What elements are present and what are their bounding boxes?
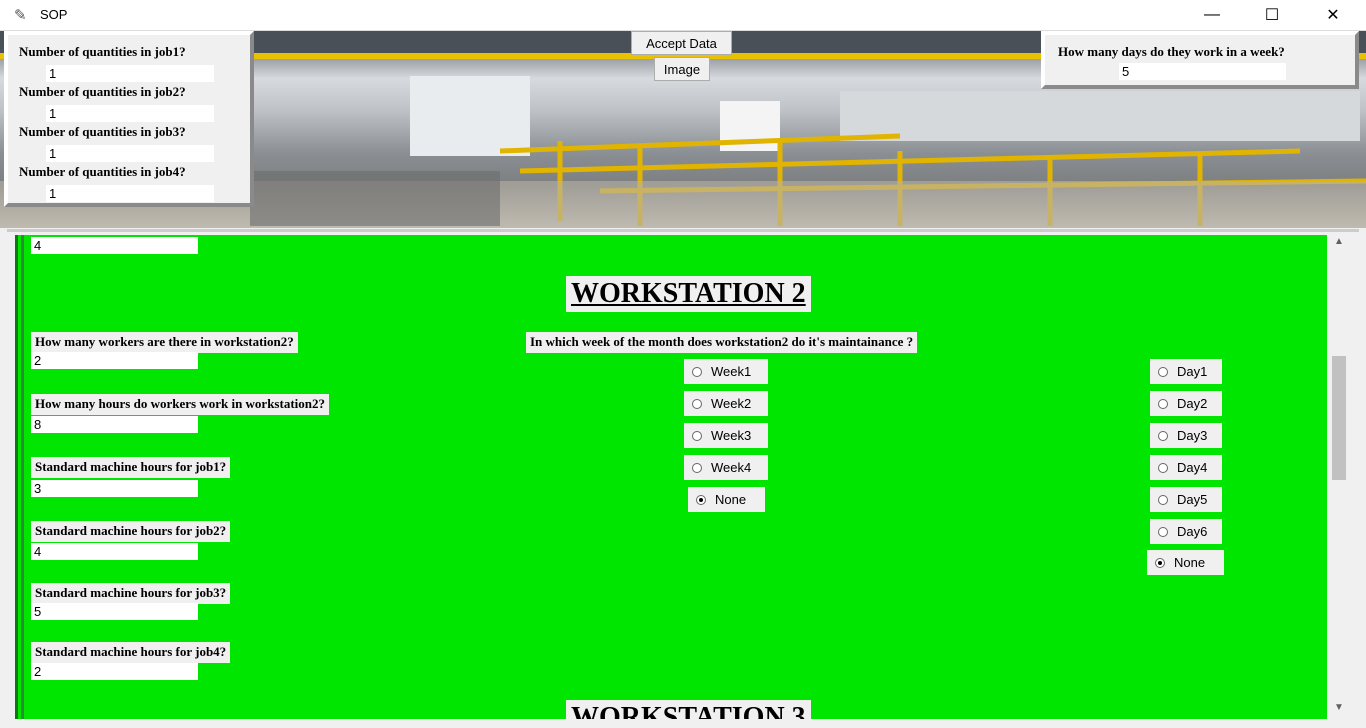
quantity-input-job3[interactable]: 1 [46, 145, 214, 162]
machine-hours-job1-label: Standard machine hours for job1? [31, 457, 231, 478]
radio-label: Day6 [1177, 524, 1208, 539]
radio-week3[interactable]: Week3 [684, 423, 768, 448]
work-days-label: How many days do they work in a week? [1058, 44, 1285, 59]
radio-label: Day2 [1177, 396, 1208, 411]
machine-hours-job2-label: Standard machine hours for job2? [31, 521, 231, 542]
radio-label: None [1174, 555, 1206, 570]
radio-day5[interactable]: Day5 [1150, 487, 1222, 512]
radio-circle [692, 398, 702, 409]
radio-circle-selected [696, 494, 706, 505]
radio-week-none[interactable]: None [688, 487, 765, 512]
workstation-2-title: WORKSTATION 2 [566, 276, 811, 312]
radio-circle [692, 430, 702, 441]
maximize-button[interactable]: ☐ [1242, 0, 1302, 30]
radio-circle [1158, 462, 1168, 473]
work-days-input[interactable]: 5 [1119, 63, 1286, 80]
radio-label: Week3 [711, 428, 752, 443]
radio-day3[interactable]: Day3 [1150, 423, 1222, 448]
machine-hours-job4-label: Standard machine hours for job4? [31, 642, 231, 663]
machine-hours-job4-input[interactable]: 2 [31, 663, 198, 680]
radio-week4[interactable]: Week4 [684, 455, 768, 480]
radio-circle [1158, 526, 1168, 537]
vertical-scrollbar[interactable]: ▲ ▼ [1327, 232, 1351, 728]
radio-label: None [715, 492, 747, 507]
radio-day-none[interactable]: None [1147, 550, 1224, 575]
radio-circle [1158, 494, 1168, 505]
radio-day6[interactable]: Day6 [1150, 519, 1222, 544]
scroll-down-icon[interactable]: ▼ [1332, 702, 1346, 713]
window-title: SOP [40, 7, 68, 22]
work-days-panel: How many days do they work in a week? 5 [1041, 31, 1359, 89]
radio-day2[interactable]: Day2 [1150, 391, 1222, 416]
radio-label: Day4 [1177, 460, 1208, 475]
radio-label: Week4 [711, 460, 752, 475]
radio-day4[interactable]: Day4 [1150, 455, 1222, 480]
radio-label: Day3 [1177, 428, 1208, 443]
close-button[interactable]: ✕ [1303, 0, 1363, 30]
machine-hours-job2-input[interactable]: 4 [31, 543, 198, 560]
radio-week2[interactable]: Week2 [684, 391, 768, 416]
quantity-input-job4[interactable]: 1 [46, 185, 214, 202]
quantity-input-job1[interactable]: 1 [46, 65, 214, 82]
hours-label: How many hours do workers work in workst… [31, 394, 329, 415]
workers-input[interactable]: 2 [31, 352, 198, 369]
workstation-3-title: WORKSTATION 3 [566, 700, 811, 719]
job-quantities-panel: Number of quantities in job1? 1 Number o… [4, 31, 254, 207]
canvas-border [15, 235, 30, 719]
radio-day1[interactable]: Day1 [1150, 359, 1222, 384]
quantity-label-job2: Number of quantities in job2? [19, 84, 186, 99]
radio-circle [692, 366, 702, 377]
workstation-canvas: 4 WORKSTATION 2 How many workers are the… [15, 235, 1327, 719]
minimize-button[interactable]: — [1182, 0, 1242, 30]
hours-input[interactable]: 8 [31, 416, 198, 433]
radio-circle [1158, 430, 1168, 441]
scroll-up-icon[interactable]: ▲ [1332, 236, 1346, 247]
radio-circle-selected [1155, 557, 1165, 568]
scrollbar-thumb[interactable] [1332, 356, 1346, 480]
radio-circle [1158, 398, 1168, 409]
radio-week1[interactable]: Week1 [684, 359, 768, 384]
quantity-label-job3: Number of quantities in job3? [19, 124, 186, 139]
quantity-label-job4: Number of quantities in job4? [19, 164, 186, 179]
radio-circle [692, 462, 702, 473]
radio-label: Week2 [711, 396, 752, 411]
workstation-scroll-area: 4 WORKSTATION 2 How many workers are the… [7, 229, 1359, 728]
machine-hours-job3-label: Standard machine hours for job3? [31, 583, 231, 604]
previous-entry[interactable]: 4 [31, 237, 198, 254]
radio-label: Day1 [1177, 364, 1208, 379]
maintenance-question: In which week of the month does workstat… [526, 332, 918, 353]
feather-icon: ✎ [14, 7, 27, 24]
machine-hours-job3-input[interactable]: 5 [31, 603, 198, 620]
accept-data-button[interactable]: Accept Data [631, 31, 732, 55]
workers-label: How many workers are there in workstatio… [31, 332, 298, 353]
radio-label: Day5 [1177, 492, 1208, 507]
image-button[interactable]: Image [654, 57, 710, 81]
machine-hours-job1-input[interactable]: 3 [31, 480, 198, 497]
quantity-label-job1: Number of quantities in job1? [19, 44, 186, 59]
title-bar: ✎ SOP — ☐ ✕ [0, 0, 1366, 31]
radio-circle [1158, 366, 1168, 377]
radio-label: Week1 [711, 364, 752, 379]
quantity-input-job2[interactable]: 1 [46, 105, 214, 122]
